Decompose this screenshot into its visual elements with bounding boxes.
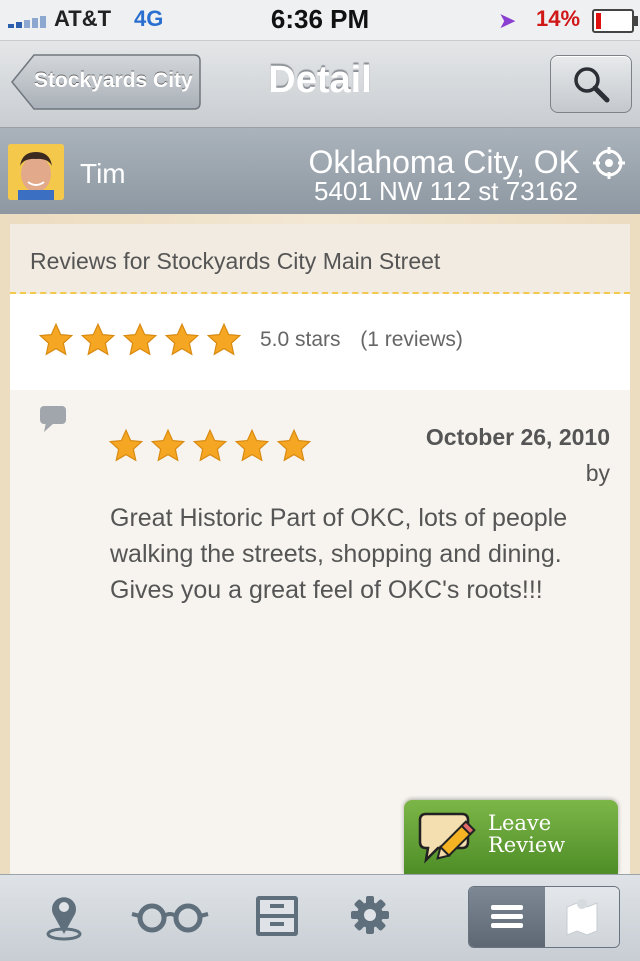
star-icon — [276, 428, 312, 462]
user-name[interactable]: Tim — [80, 158, 126, 190]
review-star-rating — [108, 428, 318, 469]
leave-review-label: Leave Review — [488, 811, 566, 857]
status-bar: AT&T 4G 6:36 PM ➤ 14% — [0, 0, 640, 41]
gear-icon[interactable] — [350, 894, 390, 936]
search-icon — [574, 67, 610, 103]
star-icon — [38, 322, 74, 356]
glasses-icon[interactable] — [130, 900, 210, 934]
map-view-button[interactable] — [545, 887, 619, 947]
star-icon — [164, 322, 200, 356]
list-view-button[interactable] — [469, 887, 545, 947]
star-icon — [122, 322, 158, 356]
address-label: 5401 NW 112 st 73162 — [313, 176, 578, 206]
battery-icon — [592, 9, 638, 33]
review-count: (1 reviews) — [360, 328, 463, 351]
star-icon — [80, 322, 116, 356]
star-icon — [108, 428, 144, 462]
page-title: Detail — [268, 59, 372, 101]
reviews-header-title: Reviews for Stockyards City Main Street — [30, 248, 441, 274]
review-author: by — [585, 460, 610, 486]
avatar[interactable] — [8, 144, 64, 200]
search-button[interactable] — [550, 55, 632, 113]
write-review-icon — [418, 812, 476, 864]
locate-crosshair-icon[interactable] — [592, 146, 626, 180]
summary-star-rating — [38, 322, 248, 363]
map-icon — [566, 899, 598, 936]
star-icon — [150, 428, 186, 462]
file-cabinet-icon[interactable] — [254, 894, 300, 938]
rating-summary-text: 5.0 stars (1 reviews) — [260, 328, 463, 352]
review-date: October 26, 2010 — [425, 424, 610, 450]
view-toggle — [468, 886, 620, 948]
location-pin-icon[interactable] — [44, 892, 84, 942]
list-icon — [491, 905, 523, 928]
star-icon — [192, 428, 228, 462]
rating-value: 5.0 stars — [260, 328, 341, 351]
user-location-bar: Tim Oklahoma City, OK 5401 NW 112 st 731… — [0, 128, 640, 215]
user-photo — [8, 144, 64, 200]
review-text: Great Historic Part of OKC, lots of peop… — [110, 504, 568, 604]
star-icon — [234, 428, 270, 462]
battery-percent: 14% — [536, 6, 581, 31]
star-icon — [206, 322, 242, 356]
location-arrow-icon: ➤ — [498, 8, 517, 33]
comment-bubble-icon — [40, 406, 66, 432]
navigation-bar: Stockyards City Main Street Detail — [0, 41, 640, 128]
